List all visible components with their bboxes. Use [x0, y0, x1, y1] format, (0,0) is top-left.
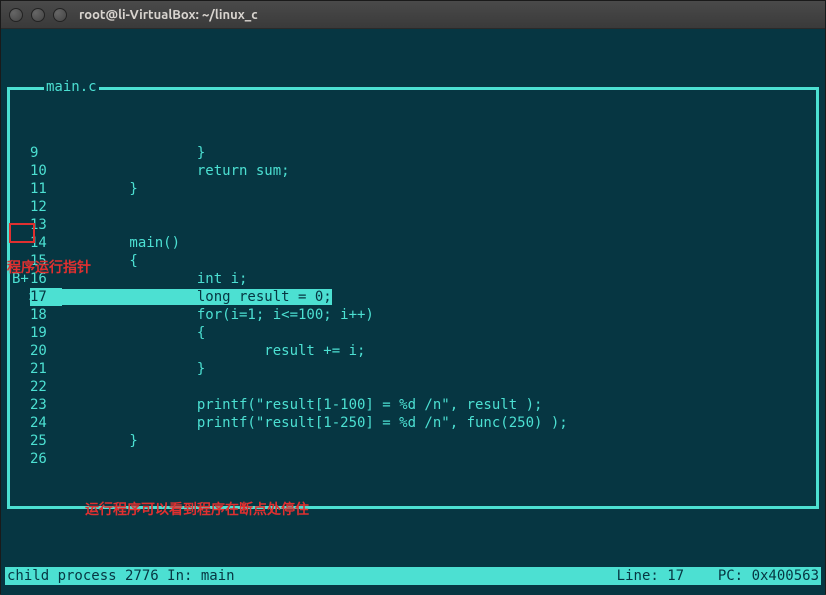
line-number: 19 — [30, 324, 62, 342]
source-frame: main.c 9 }10 return sum;11 }121314 main(… — [7, 87, 819, 509]
line-number: 22 — [30, 378, 62, 396]
source-line: 13 — [12, 216, 814, 234]
line-number: 24 — [30, 414, 62, 432]
status-line-label: Line: — [617, 567, 659, 585]
source-line: 21 } — [12, 360, 814, 378]
maximize-icon[interactable] — [53, 8, 67, 22]
line-number: 26 — [30, 450, 62, 468]
line-number: 18 — [30, 306, 62, 324]
source-line: 19 { — [12, 324, 814, 342]
source-line: 11 } — [12, 180, 814, 198]
source-line: 12 — [12, 198, 814, 216]
line-number: 25 — [30, 432, 62, 450]
source-line: 9 } — [12, 144, 814, 162]
source-line: 24 printf("result[1-250] = %d /n", func(… — [12, 414, 814, 432]
source-filename: main.c — [44, 78, 99, 96]
window-controls — [9, 8, 67, 22]
code-text: long result = 0; — [62, 289, 332, 305]
source-line: 18 for(i=1; i<=100; i++) — [12, 306, 814, 324]
minimize-icon[interactable] — [31, 8, 45, 22]
status-pc-label: PC: — [718, 567, 743, 585]
line-number: 12 — [30, 198, 62, 216]
code-text: printf("result[1-250] = %d /n", func(250… — [62, 415, 568, 431]
source-line: 10 return sum; — [12, 162, 814, 180]
status-pc-value: 0x400563 — [752, 567, 819, 585]
code-text: } — [62, 181, 138, 197]
line-number: 16 — [30, 270, 62, 288]
status-process: child process 2776 In: main — [7, 567, 235, 585]
code-text: } — [62, 433, 138, 449]
source-line: 25 } — [12, 432, 814, 450]
gutter-marker: B+ — [12, 270, 30, 288]
code-text: { — [62, 253, 138, 269]
line-number: 14 — [30, 234, 62, 252]
code-text: { — [62, 325, 205, 341]
code-text: for(i=1; i<=100; i++) — [62, 307, 374, 323]
close-icon[interactable] — [9, 8, 23, 22]
source-line: >17 long result = 0; — [12, 288, 814, 306]
source-line: B+16 int i; — [12, 270, 814, 288]
source-line: 15 { — [12, 252, 814, 270]
status-bar: child process 2776 In: main Line: 17 PC:… — [5, 567, 821, 585]
line-number: 20 — [30, 342, 62, 360]
code-text: } — [62, 361, 205, 377]
code-text: printf("result[1-100] = %d /n", result )… — [62, 397, 542, 413]
status-line-value: 17 — [667, 567, 684, 585]
code-text: return sum; — [62, 163, 290, 179]
line-number: 23 — [30, 396, 62, 414]
code-text: result += i; — [62, 343, 365, 359]
gutter-marker: > — [12, 288, 30, 306]
line-number: 9 — [30, 144, 62, 162]
line-number: 13 — [30, 216, 62, 234]
window-title: root@li-VirtualBox: ~/linux_c — [79, 8, 258, 22]
code-text: int i; — [62, 271, 247, 287]
code-text: main() — [62, 235, 180, 251]
line-number: 17 — [30, 288, 62, 306]
source-line: 22 — [12, 378, 814, 396]
terminal-window: root@li-VirtualBox: ~/linux_c main.c 9 }… — [0, 0, 826, 594]
line-number: 11 — [30, 180, 62, 198]
line-number: 15 — [30, 252, 62, 270]
line-number: 10 — [30, 162, 62, 180]
line-number: 21 — [30, 360, 62, 378]
source-line: 14 main() — [12, 234, 814, 252]
source-line: 26 — [12, 450, 814, 468]
titlebar[interactable]: root@li-VirtualBox: ~/linux_c — [1, 1, 825, 29]
source-line: 23 printf("result[1-100] = %d /n", resul… — [12, 396, 814, 414]
code-text: } — [62, 145, 205, 161]
terminal-body[interactable]: main.c 9 }10 return sum;11 }121314 main(… — [1, 29, 825, 595]
source-line: 20 result += i; — [12, 342, 814, 360]
